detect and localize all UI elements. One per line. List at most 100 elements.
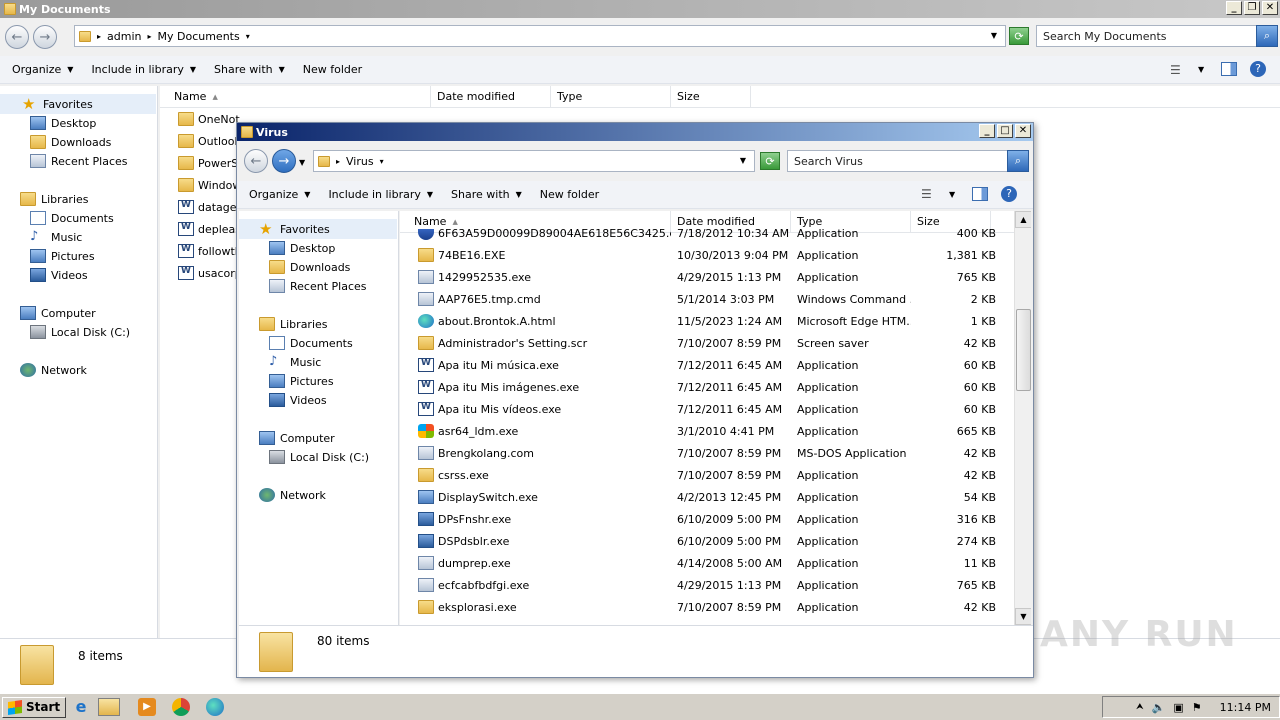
title-bar[interactable]: Virus _ □ ✕ xyxy=(237,123,1033,141)
back-button[interactable]: ← xyxy=(5,25,29,49)
file-row[interactable]: usacorp xyxy=(160,262,240,284)
nav-desktop[interactable]: Desktop xyxy=(269,241,335,255)
refresh-button[interactable]: ⟳ xyxy=(760,152,780,170)
preview-pane-icon[interactable] xyxy=(972,187,988,201)
breadcrumb-admin[interactable]: admin xyxy=(107,30,141,43)
chevron-down-icon[interactable]: ▾ xyxy=(246,32,250,41)
close-button[interactable]: ✕ xyxy=(1262,1,1278,15)
vertical-scrollbar[interactable]: ▲ ▼ xyxy=(1014,211,1031,625)
new-folder-button[interactable]: New folder xyxy=(540,188,599,201)
scroll-up-arrow[interactable]: ▲ xyxy=(1015,211,1031,228)
nav-computer[interactable]: Computer xyxy=(20,306,96,320)
forward-button[interactable]: → xyxy=(33,25,57,49)
nav-pictures[interactable]: Pictures xyxy=(269,374,334,388)
nav-downloads[interactable]: Downloads xyxy=(30,135,111,149)
search-icon[interactable]: ⌕ xyxy=(1256,25,1278,47)
nav-recent-places[interactable]: Recent Places xyxy=(269,279,367,293)
view-options-icon[interactable]: ☰ xyxy=(1170,63,1181,77)
include-in-library-button[interactable]: Include in library ▼ xyxy=(91,63,196,76)
edge-icon[interactable] xyxy=(206,698,224,716)
recent-pages-dropdown[interactable]: ▼ xyxy=(299,158,305,167)
clock[interactable]: 11:14 PM xyxy=(1220,701,1271,714)
share-with-button[interactable]: Share with ▼ xyxy=(214,63,285,76)
internet-explorer-icon[interactable]: e xyxy=(72,698,90,716)
include-in-library-button[interactable]: Include in library ▼ xyxy=(328,188,433,201)
view-dropdown-icon[interactable]: ▼ xyxy=(1198,65,1204,74)
close-button[interactable]: ✕ xyxy=(1015,124,1031,138)
nav-videos[interactable]: Videos xyxy=(269,393,327,407)
nav-videos[interactable]: Videos xyxy=(30,268,88,282)
file-row[interactable]: DisplaySwitch.exe 4/2/2013 12:45 PM Applic… xyxy=(400,486,1014,508)
breadcrumb-virus[interactable]: Virus xyxy=(346,155,374,168)
new-folder-button[interactable]: New folder xyxy=(303,63,362,76)
address-dropdown-icon[interactable]: ▼ xyxy=(991,31,997,40)
file-row[interactable]: OneNot xyxy=(160,108,240,130)
nav-pictures[interactable]: Pictures xyxy=(30,249,95,263)
file-row[interactable]: Apa itu Mi música.exe 7/12/2011 6:45 AM Ap… xyxy=(400,354,1014,376)
column-size[interactable]: Size xyxy=(671,86,751,107)
nav-recent-places[interactable]: Recent Places xyxy=(30,154,128,168)
file-row[interactable]: datagea xyxy=(160,196,240,218)
address-dropdown-icon[interactable]: ▼ xyxy=(740,156,746,165)
tray-expand-icon[interactable]: ⮝ xyxy=(1136,702,1144,712)
file-row[interactable]: csrss.exe 7/10/2007 8:59 PM Application 42 … xyxy=(400,464,1014,486)
title-bar[interactable]: My Documents _ ❐ ✕ xyxy=(0,0,1280,18)
file-row[interactable]: followth xyxy=(160,240,240,262)
nav-desktop[interactable]: Desktop xyxy=(30,116,96,130)
nav-local-disk[interactable]: Local Disk (C:) xyxy=(30,325,130,339)
scroll-down-arrow[interactable]: ▼ xyxy=(1015,608,1031,625)
file-row[interactable]: ecfcabfbdfgi.exe 4/29/2015 1:13 PM Applica… xyxy=(400,574,1014,596)
view-dropdown-icon[interactable]: ▼ xyxy=(949,190,955,199)
forward-button[interactable]: → xyxy=(272,149,296,173)
nav-downloads[interactable]: Downloads xyxy=(269,260,350,274)
back-button[interactable]: ← xyxy=(244,149,268,173)
nav-libraries[interactable]: Libraries xyxy=(259,317,328,331)
column-type[interactable]: Type xyxy=(551,86,671,107)
nav-computer[interactable]: Computer xyxy=(259,431,335,445)
file-row[interactable]: deplease xyxy=(160,218,240,240)
file-row[interactable]: Apa itu Mis vídeos.exe 7/12/2011 6:45 AM A… xyxy=(400,398,1014,420)
maximize-button[interactable]: □ xyxy=(997,124,1013,138)
volume-icon[interactable]: 🔈 xyxy=(1152,701,1166,714)
file-row[interactable]: dumprep.exe 4/14/2008 5:00 AM Application 1… xyxy=(400,552,1014,574)
breadcrumb-my-documents[interactable]: My Documents xyxy=(158,30,240,43)
refresh-button[interactable]: ⟳ xyxy=(1009,27,1029,45)
file-row[interactable]: DSPdsblr.exe 6/10/2009 5:00 PM Application… xyxy=(400,530,1014,552)
search-input[interactable]: Search My Documents ⌕ xyxy=(1036,25,1278,47)
nav-libraries[interactable]: Libraries xyxy=(20,192,89,206)
nav-documents[interactable]: Documents xyxy=(269,336,353,350)
file-row[interactable]: DPsFnshr.exe 6/10/2009 5:00 PM Application… xyxy=(400,508,1014,530)
file-row[interactable]: 74BE16.EXE 10/30/2013 9:04 PM Application 1… xyxy=(400,244,1014,266)
help-icon[interactable]: ? xyxy=(1250,61,1266,77)
explorer-taskbar-icon[interactable] xyxy=(98,698,120,716)
organize-button[interactable]: Organize ▼ xyxy=(12,63,73,76)
network-tray-icon[interactable]: ▣ xyxy=(1173,701,1183,714)
action-center-icon[interactable]: ⚑ xyxy=(1192,701,1202,714)
start-button[interactable]: Start xyxy=(2,696,67,718)
nav-network[interactable]: Network xyxy=(259,488,326,502)
scroll-thumb[interactable] xyxy=(1016,309,1031,391)
file-row[interactable]: AAP76E5.tmp.cmd 5/1/2014 3:03 PM Windows C… xyxy=(400,288,1014,310)
nav-network[interactable]: Network xyxy=(20,363,87,377)
minimize-button[interactable]: _ xyxy=(1226,1,1242,15)
nav-documents[interactable]: Documents xyxy=(30,211,114,225)
column-date-modified[interactable]: Date modified xyxy=(431,86,551,107)
search-input[interactable]: Search Virus ⌕ xyxy=(787,150,1029,172)
file-row[interactable]: Outlook xyxy=(160,130,240,152)
nav-local-disk[interactable]: Local Disk (C:) xyxy=(269,450,369,464)
file-row[interactable]: eksplorasi.exe 7/10/2007 8:59 PM Applicati… xyxy=(400,596,1014,618)
address-bar[interactable]: ▸ admin ▸ My Documents ▾ ▼ xyxy=(74,25,1006,47)
view-options-icon[interactable]: ☰ xyxy=(921,187,932,201)
organize-button[interactable]: Organize ▼ xyxy=(249,188,310,201)
media-player-icon[interactable]: ▶ xyxy=(138,698,156,716)
maximize-button[interactable]: ❐ xyxy=(1244,1,1260,15)
help-icon[interactable]: ? xyxy=(1001,186,1017,202)
address-bar[interactable]: ▸ Virus ▾ ▼ xyxy=(313,150,755,172)
column-name[interactable]: Name ▲ xyxy=(160,86,431,107)
file-row[interactable]: Window xyxy=(160,174,240,196)
file-row[interactable]: PowerSh xyxy=(160,152,240,174)
nav-music[interactable]: ♪ Music xyxy=(269,355,321,369)
file-row[interactable]: Apa itu Mis imágenes.exe 7/12/2011 6:45 A… xyxy=(400,376,1014,398)
file-row[interactable]: Administrador's Setting.scr 7/10/2007 8:5… xyxy=(400,332,1014,354)
search-icon[interactable]: ⌕ xyxy=(1007,150,1029,172)
